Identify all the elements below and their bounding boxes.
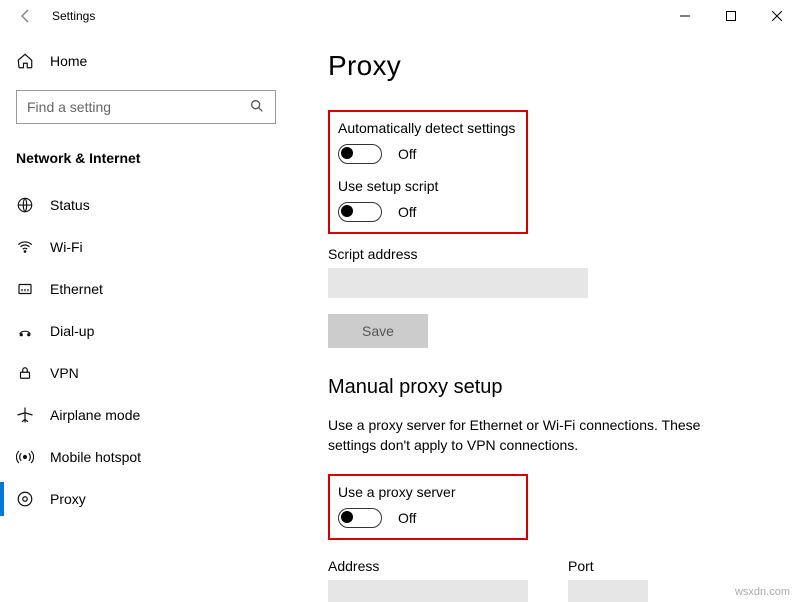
manual-setup-description: Use a proxy server for Ethernet or Wi-Fi…	[328, 415, 748, 456]
wifi-icon	[16, 238, 34, 256]
sidebar-item-airplane[interactable]: Airplane mode	[0, 394, 300, 436]
save-button[interactable]: Save	[328, 314, 428, 348]
manual-proxy-group: Use a proxy server Off	[328, 474, 528, 540]
page-title: Proxy	[328, 50, 774, 82]
minimize-button[interactable]	[662, 0, 708, 32]
vpn-icon	[16, 364, 34, 382]
sidebar-item-label: Proxy	[50, 491, 86, 507]
script-address-input[interactable]	[328, 268, 588, 298]
proxy-icon	[16, 490, 34, 508]
setup-script-toggle[interactable]	[338, 202, 382, 222]
sidebar-item-label: Wi-Fi	[50, 239, 83, 255]
search-icon	[249, 98, 265, 117]
sidebar-item-dialup[interactable]: Dial-up	[0, 310, 300, 352]
manual-setup-heading: Manual proxy setup	[328, 376, 774, 399]
back-button[interactable]	[10, 8, 42, 24]
port-label: Port	[568, 558, 648, 574]
setup-script-label: Use setup script	[338, 178, 516, 194]
search-placeholder: Find a setting	[27, 99, 111, 115]
watermark: wsxdn.com	[735, 586, 790, 598]
sidebar-item-wifi[interactable]: Wi-Fi	[0, 226, 300, 268]
sidebar-item-label: Airplane mode	[50, 407, 140, 423]
hotspot-icon	[16, 448, 34, 466]
script-address-label: Script address	[328, 246, 774, 262]
auto-detect-label: Automatically detect settings	[338, 120, 516, 136]
auto-detect-toggle[interactable]	[338, 144, 382, 164]
setup-script-state: Off	[398, 204, 416, 220]
auto-detect-state: Off	[398, 146, 416, 162]
category-heading: Network & Internet	[0, 136, 300, 184]
sidebar-item-home[interactable]: Home	[0, 44, 300, 78]
ethernet-icon	[16, 280, 34, 298]
window-controls	[662, 0, 800, 32]
home-icon	[16, 52, 34, 70]
sidebar-item-label: Dial-up	[50, 323, 94, 339]
sidebar-item-label: Mobile hotspot	[50, 449, 141, 465]
titlebar: Settings	[0, 0, 800, 32]
use-proxy-state: Off	[398, 510, 416, 526]
sidebar-item-label: Status	[50, 197, 90, 213]
sidebar-item-proxy[interactable]: Proxy	[0, 478, 300, 520]
airplane-icon	[16, 406, 34, 424]
sidebar-item-vpn[interactable]: VPN	[0, 352, 300, 394]
search-input[interactable]: Find a setting	[16, 90, 276, 124]
address-input[interactable]	[328, 580, 528, 602]
sidebar: Home Find a setting Network & Internet S…	[0, 32, 300, 602]
sidebar-item-ethernet[interactable]: Ethernet	[0, 268, 300, 310]
globe-icon	[16, 196, 34, 214]
home-label: Home	[50, 53, 87, 69]
port-input[interactable]	[568, 580, 648, 602]
window-title: Settings	[52, 9, 95, 23]
maximize-button[interactable]	[708, 0, 754, 32]
sidebar-item-status[interactable]: Status	[0, 184, 300, 226]
address-label: Address	[328, 558, 528, 574]
main-content: Proxy Automatically detect settings Off …	[300, 32, 800, 602]
close-button[interactable]	[754, 0, 800, 32]
auto-proxy-group: Automatically detect settings Off Use se…	[328, 110, 528, 234]
use-proxy-label: Use a proxy server	[338, 484, 516, 500]
sidebar-item-label: VPN	[50, 365, 79, 381]
use-proxy-toggle[interactable]	[338, 508, 382, 528]
sidebar-item-hotspot[interactable]: Mobile hotspot	[0, 436, 300, 478]
sidebar-item-label: Ethernet	[50, 281, 103, 297]
dialup-icon	[16, 322, 34, 340]
